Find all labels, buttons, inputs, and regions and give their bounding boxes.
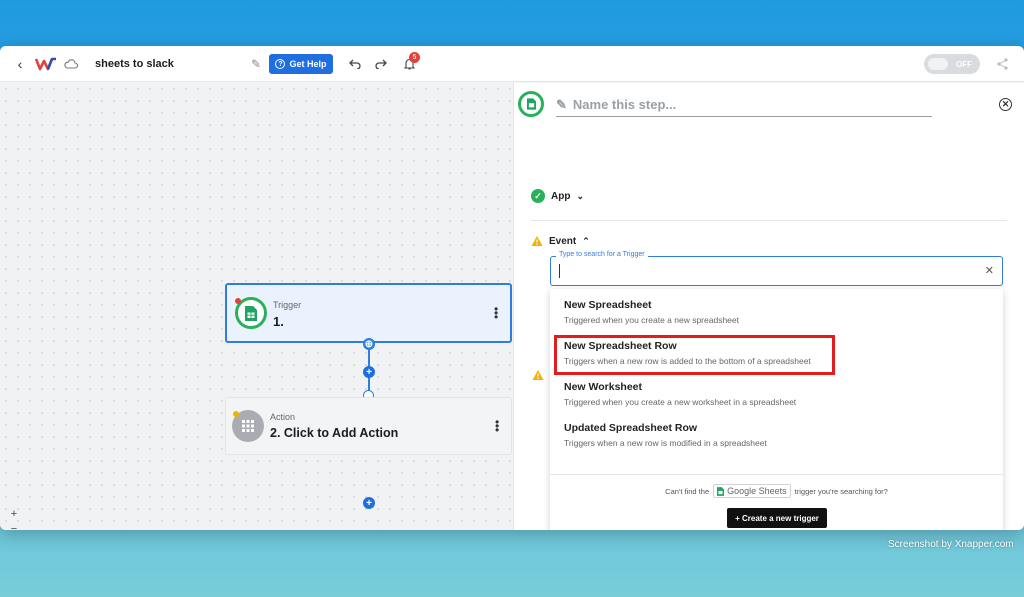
- app-section-toggle[interactable]: ✓ App ⌄: [531, 189, 584, 203]
- check-icon: ✓: [531, 189, 545, 203]
- add-step-button[interactable]: +: [363, 497, 375, 509]
- get-help-button[interactable]: ? Get Help: [269, 54, 333, 74]
- undo-icon[interactable]: [346, 46, 364, 82]
- node-menu-icon[interactable]: • • •: [494, 303, 500, 323]
- event-section-toggle[interactable]: Event ⌃: [531, 235, 590, 247]
- step-name-field[interactable]: ✎ Name this step...: [556, 93, 932, 117]
- node-name: 2. Click to Add Action: [270, 426, 399, 440]
- status-dot: [235, 298, 241, 304]
- chevron-down-icon: ⌄: [576, 190, 584, 201]
- missing-trigger-note: Can't find the Google Sheets trigger you…: [550, 484, 1003, 498]
- chevron-up-icon: ⌃: [582, 235, 590, 246]
- trigger-option-new-worksheet[interactable]: New Worksheet Triggered when you create …: [550, 373, 1003, 413]
- node-type-label: Trigger: [273, 300, 302, 310]
- cloud-saved-icon: [62, 46, 80, 82]
- clear-search-icon[interactable]: ✕: [985, 264, 994, 277]
- trigger-option-new-spreadsheet[interactable]: New Spreadsheet Triggered when you creat…: [550, 291, 1003, 331]
- step-name-placeholder: Name this step...: [572, 97, 677, 112]
- option-description: Triggered when you create a new spreadsh…: [564, 315, 739, 325]
- share-icon[interactable]: [994, 46, 1010, 82]
- note-suffix: trigger you're searching for?: [794, 486, 888, 496]
- app-window: ‹ sheets to slack ✎ ? Get Help 5 OFF Tri…: [0, 46, 1024, 530]
- event-section-label: Event: [549, 235, 577, 247]
- google-sheets-icon: [717, 486, 725, 496]
- workflow-toggle[interactable]: OFF: [924, 54, 980, 74]
- create-trigger-button[interactable]: + Create a new trigger: [727, 508, 827, 528]
- action-node[interactable]: Action 2. Click to Add Action • • •: [225, 397, 512, 455]
- toggle-label: OFF: [956, 59, 972, 69]
- option-description: Triggers when a new row is modified in a…: [564, 438, 767, 448]
- trigger-option-updated-spreadsheet-row[interactable]: Updated Spreadsheet Row Triggers when a …: [550, 414, 1003, 454]
- warning-icon: [532, 370, 544, 380]
- zoom-in-button[interactable]: +: [8, 507, 20, 521]
- pencil-icon: ✎: [556, 96, 567, 112]
- trigger-search-box[interactable]: ✕: [550, 256, 1003, 286]
- zoom-out-button[interactable]: −: [8, 522, 20, 530]
- toggle-knob: [928, 58, 948, 70]
- close-panel-icon[interactable]: ✕: [999, 98, 1012, 111]
- trigger-node[interactable]: Trigger 1. • • •: [225, 283, 512, 343]
- app-section-label: App: [551, 190, 571, 202]
- watermark: Screenshot by Xnapper.com: [888, 539, 1014, 550]
- top-bar: ‹ sheets to slack ✎ ? Get Help 5 OFF: [0, 46, 1024, 82]
- node-name: 1.: [273, 314, 284, 329]
- google-sheets-icon: [518, 91, 544, 117]
- workflow-canvas[interactable]: Trigger 1. • • • ⊕ + Action 2. Click to Ad…: [0, 83, 513, 530]
- app-chip-label: Google Sheets: [727, 486, 787, 496]
- workflow-title[interactable]: sheets to slack: [95, 46, 174, 82]
- highlight-box: [554, 335, 835, 375]
- divider: [531, 220, 1007, 221]
- note-prefix: Can't find the: [665, 486, 710, 496]
- trigger-search-label: Type to search for a Trigger: [556, 251, 648, 258]
- option-title: New Spreadsheet: [564, 299, 652, 311]
- option-title: Updated Spreadsheet Row: [564, 422, 698, 434]
- status-dot: [233, 411, 239, 417]
- trigger-search-input[interactable]: [559, 264, 969, 278]
- notification-badge: 5: [409, 52, 420, 63]
- trigger-options-dropdown: New Spreadsheet Triggered when you creat…: [550, 289, 1003, 530]
- step-config-panel: ✎ Name this step... ✕ ✓ App ⌄ Event ⌃ ✕: [513, 83, 1024, 530]
- node-menu-icon[interactable]: • • •: [495, 416, 501, 436]
- question-icon: ?: [275, 59, 286, 69]
- option-description: Triggered when you create a new workshee…: [564, 397, 797, 407]
- app-chip: Google Sheets: [713, 484, 791, 498]
- warning-icon: [531, 236, 543, 246]
- redo-icon[interactable]: [372, 46, 390, 82]
- node-type-label: Action: [270, 412, 296, 422]
- back-icon[interactable]: ‹: [10, 46, 30, 82]
- divider: [550, 474, 1003, 475]
- connector-handle-icon[interactable]: ⊕: [363, 338, 375, 350]
- add-step-button[interactable]: +: [363, 366, 375, 378]
- get-help-label: Get Help: [289, 59, 327, 69]
- brand-logo-icon[interactable]: [33, 46, 59, 82]
- option-title: New Worksheet: [564, 381, 642, 393]
- edit-title-icon[interactable]: ✎: [248, 46, 264, 82]
